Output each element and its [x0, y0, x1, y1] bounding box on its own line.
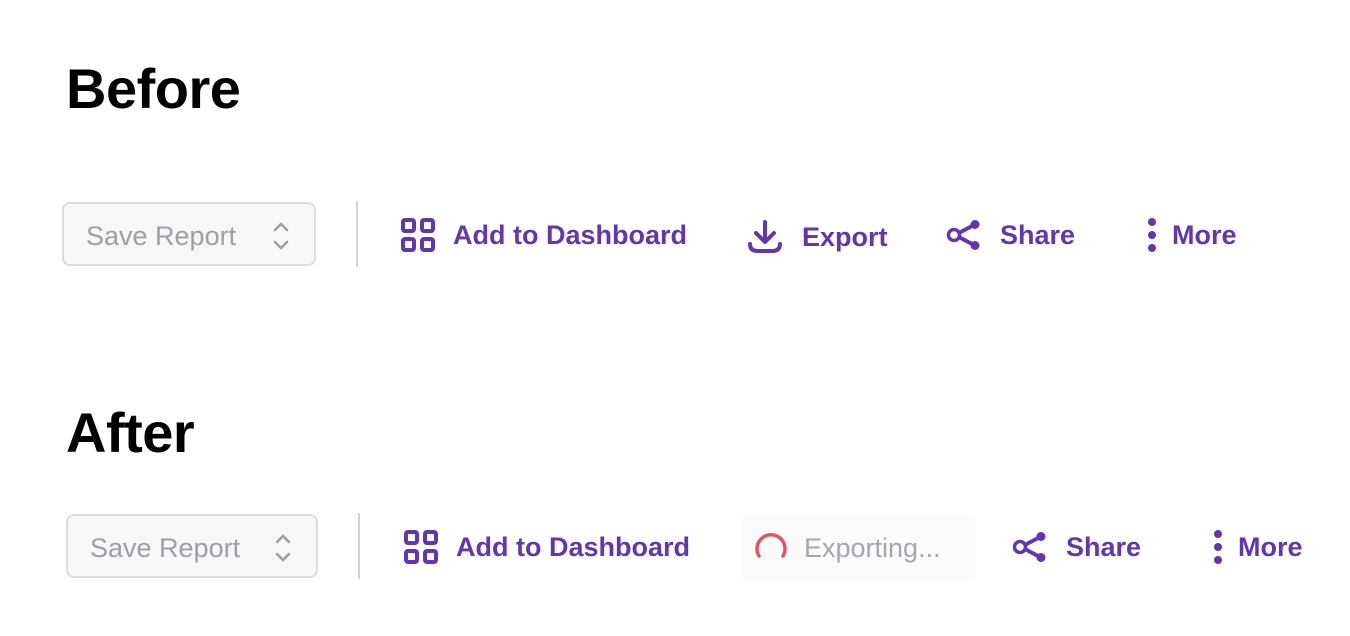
exporting-status: Exporting... [742, 515, 976, 581]
add-to-dashboard-label: Add to Dashboard [453, 220, 687, 250]
export-button[interactable]: Export [746, 215, 888, 259]
report-toolbar-before: Save Report Add to Dashboard Export Shar… [0, 201, 1280, 271]
add-to-dashboard-label: Add to Dashboard [456, 532, 690, 562]
loading-spinner-icon [755, 533, 787, 558]
toolbar-divider [356, 201, 358, 267]
more-label: More [1172, 220, 1237, 250]
before-heading: Before [66, 57, 241, 120]
more-button[interactable]: More [1146, 213, 1237, 257]
after-heading: After [66, 401, 195, 464]
save-report-label: Save Report [86, 221, 237, 251]
share-icon [1012, 532, 1046, 562]
chevron-up-down-icon [273, 222, 289, 250]
add-to-dashboard-button[interactable]: Add to Dashboard [404, 525, 690, 569]
grid-icon [404, 530, 438, 564]
more-button[interactable]: More [1212, 525, 1303, 569]
share-label: Share [1066, 532, 1142, 562]
chevron-up-down-icon [275, 534, 291, 562]
share-button[interactable]: Share [946, 213, 1075, 257]
share-icon [946, 220, 980, 250]
save-report-select[interactable]: Save Report [62, 202, 316, 266]
grid-icon [401, 218, 435, 252]
export-label: Export [802, 222, 888, 252]
share-button[interactable]: Share [1012, 525, 1141, 569]
share-label: Share [1000, 220, 1076, 250]
download-icon [748, 220, 782, 253]
more-label: More [1238, 532, 1303, 562]
add-to-dashboard-button[interactable]: Add to Dashboard [401, 213, 687, 257]
report-toolbar-after: Save Report Add to Dashboard Exporting..… [0, 513, 1303, 583]
vertical-dots-icon [1148, 218, 1156, 252]
save-report-select[interactable]: Save Report [66, 514, 318, 578]
vertical-dots-icon [1214, 530, 1222, 564]
save-report-label: Save Report [90, 533, 241, 563]
toolbar-divider [358, 513, 360, 579]
exporting-label: Exporting... [804, 533, 941, 563]
